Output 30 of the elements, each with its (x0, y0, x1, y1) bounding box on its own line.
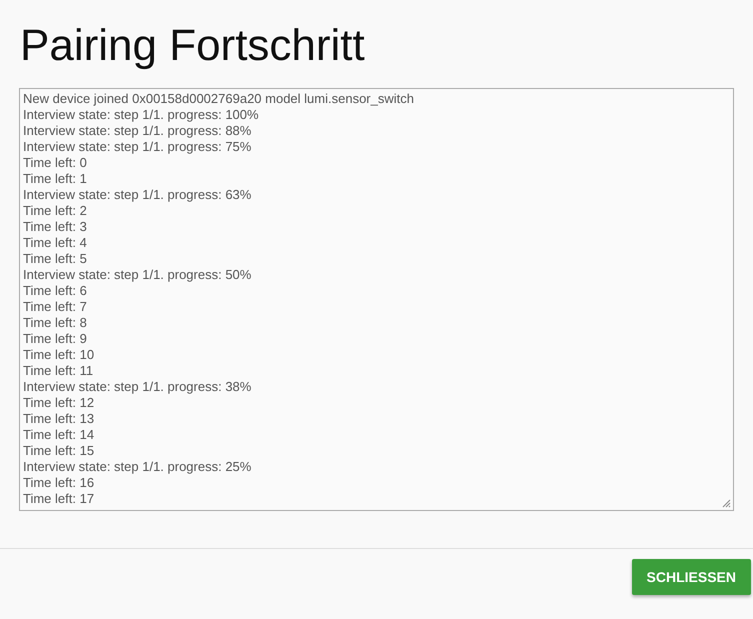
log-line: Time left: 0 (23, 155, 87, 171)
log-line: Interview state: step 1/1. progress: 75% (23, 139, 252, 155)
log-line: Interview state: step 1/1. progress: 63% (23, 187, 252, 203)
log-line: Time left: 2 (23, 203, 87, 219)
log-line: Time left: 3 (23, 219, 87, 235)
log-line: Time left: 16 (23, 475, 94, 491)
log-line: Time left: 6 (23, 283, 87, 299)
log-line: Time left: 8 (23, 315, 87, 331)
log-line: Interview state: step 1/1. progress: 100% (23, 107, 259, 123)
dialog-title: Pairing Fortschritt (20, 20, 366, 72)
log-line: Time left: 5 (23, 251, 87, 267)
log-line: Time left: 10 (23, 347, 94, 363)
log-line: Time left: 4 (23, 235, 87, 251)
log-textarea[interactable] (19, 88, 734, 511)
log-line: Interview state: step 1/1. progress: 25% (23, 459, 252, 475)
log-line: Time left: 17 (23, 491, 94, 507)
log-line: Time left: 1 (23, 171, 87, 187)
log-line: Time left: 13 (23, 411, 94, 427)
log-line: Time left: 12 (23, 395, 94, 411)
log-line: New device joined 0x00158d0002769a20 model lumi.sensor_switch (23, 91, 414, 107)
resize-handle-icon[interactable] (722, 499, 731, 508)
log-line: Interview state: step 1/1. progress: 88% (23, 123, 252, 139)
log-line: Interview state: step 1/1. progress: 38% (23, 379, 252, 395)
log-line: Time left: 9 (23, 331, 87, 347)
log-line: Time left: 14 (23, 427, 94, 443)
log-line: Time left: 15 (23, 443, 94, 459)
close-button[interactable]: SCHLIESSEN (632, 559, 751, 595)
log-line: Interview state: step 1/1. progress: 50% (23, 267, 252, 283)
log-line: Time left: 7 (23, 299, 87, 315)
log-line: Time left: 11 (23, 363, 94, 379)
